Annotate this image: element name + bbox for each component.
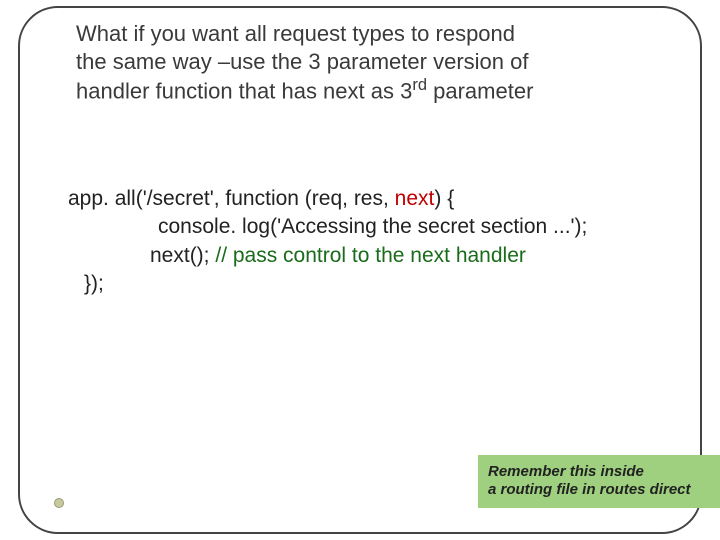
- code-line-4: });: [68, 270, 660, 298]
- next-keyword: next: [395, 187, 435, 210]
- intro-line-2: the same way –use the 3 parameter versio…: [76, 49, 528, 74]
- code-line-1: app. all('/secret', function (req, res, …: [68, 185, 660, 213]
- reminder-note: Remember this inside a routing file in r…: [478, 455, 720, 509]
- code-line-2: console. log('Accessing the secret secti…: [68, 213, 660, 241]
- note-line-2: a routing file in routes direct: [488, 481, 716, 500]
- intro-line-1: What if you want all request types to re…: [76, 21, 515, 46]
- ordinal-suffix: rd: [412, 76, 427, 94]
- code-line-3: next(); // pass control to the next hand…: [68, 242, 660, 270]
- intro-paragraph: What if you want all request types to re…: [76, 20, 660, 105]
- code-l3a: next();: [150, 244, 215, 267]
- code-comment: // pass control to the next handler: [215, 244, 526, 267]
- intro-line-3a: handler function that has next as 3: [76, 78, 412, 103]
- bullet-icon: [54, 498, 64, 508]
- code-l1a: app. all('/secret', function (req, res,: [68, 187, 395, 210]
- code-l1b: ) {: [434, 187, 454, 210]
- intro-line-3b: parameter: [427, 78, 533, 103]
- code-block: app. all('/secret', function (req, res, …: [68, 185, 660, 298]
- note-line-1: Remember this inside: [488, 463, 716, 482]
